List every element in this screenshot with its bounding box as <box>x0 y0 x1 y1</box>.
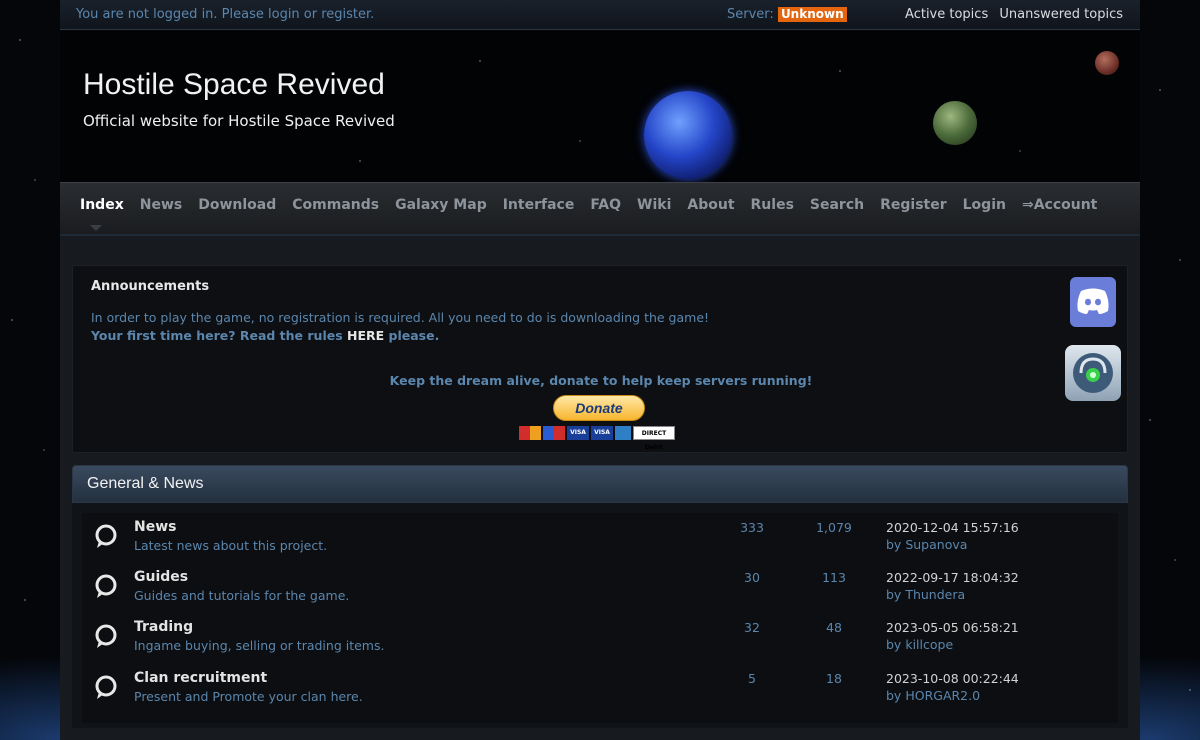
by-label: by <box>886 587 902 602</box>
forum-row: Trading Ingame buying, selling or tradin… <box>82 613 1118 663</box>
forum-unread-bubble-icon <box>95 574 117 598</box>
last-post-user-link[interactable]: HORGAR2.0 <box>905 688 980 703</box>
forum-topics-count: 5 <box>748 671 756 686</box>
last-post-date: 2023-05-05 06:58:21 <box>886 620 1019 635</box>
forum-name[interactable]: News <box>134 519 176 535</box>
forum-name[interactable]: Guides <box>134 569 188 585</box>
last-post-user-link[interactable]: Thundera <box>905 587 965 602</box>
last-post-date: 2022-09-17 18:04:32 <box>886 570 1019 585</box>
last-post-by: by HORGAR2.0 <box>886 688 980 703</box>
forum-description: Latest news about this project. <box>134 538 328 553</box>
forum-topics-count: 32 <box>744 620 760 635</box>
forum-description: Ingame buying, selling or trading items. <box>134 638 385 653</box>
by-label: by <box>886 537 902 552</box>
last-post-user-link[interactable]: killcope <box>905 637 953 652</box>
forum-posts-count: 18 <box>826 671 842 686</box>
forum-topics-count: 333 <box>740 520 764 535</box>
last-post-by: by Supanova <box>886 537 967 552</box>
forum-name[interactable]: Clan recruitment <box>134 670 267 686</box>
forum-description: Present and Promote your clan here. <box>134 689 363 704</box>
forum-unread-bubble-icon <box>95 524 117 548</box>
last-post-by: by Thundera <box>886 587 965 602</box>
forum-unread-bubble-icon <box>95 675 117 699</box>
forum-posts-count: 48 <box>826 620 842 635</box>
by-label: by <box>886 637 902 652</box>
last-post-user-link[interactable]: Supanova <box>905 537 967 552</box>
last-post-by: by killcope <box>886 637 953 652</box>
forum-row: Clan recruitment Present and Promote you… <box>82 664 1118 714</box>
forum-row: News Latest news about this project. 333… <box>82 513 1118 563</box>
forum-posts-count: 1,079 <box>816 520 852 535</box>
forum-list: News Latest news about this project. 333… <box>82 513 1118 723</box>
forum-topics-count: 30 <box>744 570 760 585</box>
forum-name[interactable]: Trading <box>134 619 193 635</box>
forum-layer: General & News News Latest news about th… <box>60 0 1140 740</box>
last-post-date: 2020-12-04 15:57:16 <box>886 520 1019 535</box>
forum-unread-bubble-icon <box>95 624 117 648</box>
last-post-date: 2023-10-08 00:22:44 <box>886 671 1019 686</box>
forum-description: Guides and tutorials for the game. <box>134 588 350 603</box>
forum-section-title[interactable]: General & News <box>87 475 204 493</box>
forum-section-header: General & News <box>72 465 1128 503</box>
by-label: by <box>886 688 902 703</box>
forum-row: Guides Guides and tutorials for the game… <box>82 563 1118 613</box>
forum-posts-count: 113 <box>822 570 846 585</box>
